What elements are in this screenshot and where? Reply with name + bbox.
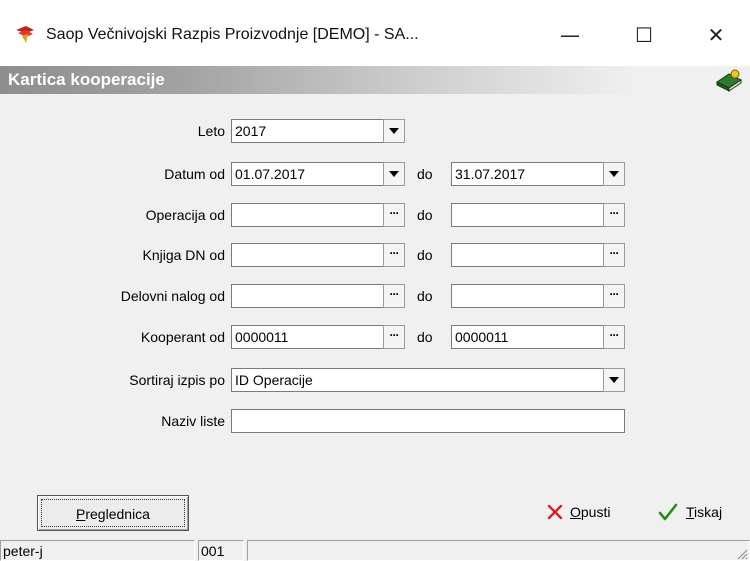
- form-header: Kartica kooperacije: [0, 66, 750, 94]
- sortiraj-dropdown-button[interactable]: [603, 368, 625, 392]
- operacija-od-label: Operacija od: [145, 207, 225, 223]
- chevron-down-icon: [389, 128, 399, 134]
- checkmark-icon: [658, 503, 678, 521]
- operacija-do-label: do: [417, 207, 433, 223]
- knjiga-do-label: do: [417, 247, 433, 263]
- knjiga-od-label: Knjiga DN od: [142, 247, 226, 263]
- window-title: Saop Večnivojski Razpis Proizvodnje [DEM…: [46, 26, 419, 43]
- operacija-do-lookup-button[interactable]: ···: [603, 203, 625, 227]
- status-bar: peter-j 001: [0, 538, 750, 561]
- sortiraj-select[interactable]: ID Operacije: [231, 368, 605, 392]
- resize-grip-icon[interactable]: [736, 548, 748, 560]
- naziv-liste-input[interactable]: [231, 409, 625, 433]
- preglednica-button[interactable]: Preglednica: [37, 495, 189, 531]
- datum-od-dropdown-button[interactable]: [383, 162, 405, 186]
- knjiga-do-lookup-button[interactable]: ···: [603, 243, 625, 267]
- datum-od-label: Datum od: [164, 166, 225, 182]
- form-title: Kartica kooperacije: [8, 70, 165, 89]
- nalog-do-lookup-button[interactable]: ···: [603, 284, 625, 308]
- cancel-x-icon: [547, 504, 563, 520]
- chevron-down-icon: [609, 171, 619, 177]
- datum-od-input[interactable]: 01.07.2017: [231, 162, 385, 186]
- kooperant-od-label: Kooperant od: [140, 329, 225, 345]
- datum-do-input[interactable]: 31.07.2017: [451, 162, 605, 186]
- nalog-do-label: do: [417, 288, 433, 304]
- leto-label: Leto: [197, 123, 225, 139]
- datum-do-dropdown-button[interactable]: [603, 162, 625, 186]
- minimize-button[interactable]: —: [550, 16, 590, 54]
- tiskaj-button[interactable]: Tiskaj: [658, 503, 722, 521]
- maximize-button[interactable]: ☐: [624, 16, 664, 54]
- kooperant-od-lookup-button[interactable]: ···: [383, 325, 405, 349]
- nalog-od-input[interactable]: [231, 284, 385, 308]
- status-code: 001: [198, 540, 244, 561]
- window-titlebar: Saop Večnivojski Razpis Proizvodnje [DEM…: [0, 0, 750, 66]
- operacija-do-input[interactable]: [451, 203, 605, 227]
- naziv-liste-label: Naziv liste: [161, 413, 225, 429]
- kooperant-od-input[interactable]: 0000011: [231, 325, 385, 349]
- help-book-icon[interactable]: [714, 68, 744, 92]
- status-user: peter-j: [0, 540, 195, 561]
- kooperant-do-label: do: [417, 329, 433, 345]
- close-button[interactable]: ✕: [696, 16, 736, 54]
- operacija-od-input[interactable]: [231, 203, 385, 227]
- kooperant-do-lookup-button[interactable]: ···: [603, 325, 625, 349]
- leto-dropdown-button[interactable]: [383, 119, 405, 143]
- knjiga-od-lookup-button[interactable]: ···: [383, 243, 405, 267]
- nalog-do-input[interactable]: [451, 284, 605, 308]
- operacija-od-lookup-button[interactable]: ···: [383, 203, 405, 227]
- leto-select[interactable]: 2017: [231, 119, 385, 143]
- sortiraj-label: Sortiraj izpis po: [129, 372, 225, 388]
- chevron-down-icon: [609, 377, 619, 383]
- knjiga-do-input[interactable]: [451, 243, 605, 267]
- kooperant-do-input[interactable]: 0000011: [451, 325, 605, 349]
- status-message: [247, 540, 750, 561]
- opusti-button[interactable]: Opusti: [546, 503, 610, 521]
- nalog-od-label: Delovni nalog od: [120, 288, 225, 304]
- saop-logo-icon: [16, 26, 34, 43]
- knjiga-od-input[interactable]: [231, 243, 385, 267]
- chevron-down-icon: [389, 171, 399, 177]
- nalog-od-lookup-button[interactable]: ···: [383, 284, 405, 308]
- datum-do-label: do: [417, 166, 433, 182]
- preglednica-button-label: Preglednica: [41, 499, 185, 527]
